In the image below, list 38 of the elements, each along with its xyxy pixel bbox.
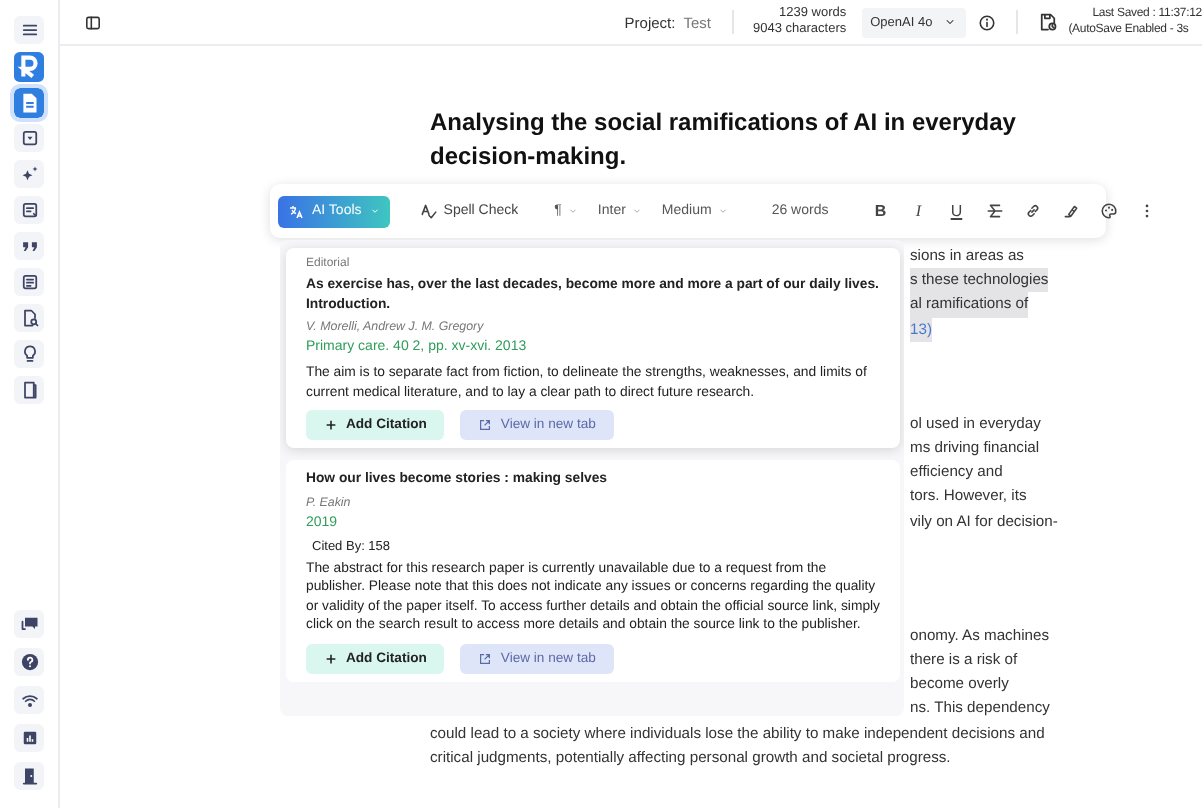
translate-icon: [288, 203, 304, 219]
chevron-down-icon: [369, 206, 380, 216]
chart-icon[interactable]: [19, 728, 39, 748]
palette-button[interactable]: [1099, 202, 1118, 220]
chevron-down-icon: [567, 206, 578, 216]
network-icon[interactable]: [19, 690, 39, 710]
external-link-icon: [478, 418, 493, 432]
document-icon[interactable]: [14, 87, 44, 117]
box-icon[interactable]: [19, 128, 39, 148]
highlight-button[interactable]: [1061, 202, 1080, 220]
file-search-icon[interactable]: [19, 308, 39, 328]
logo-icon[interactable]: [14, 51, 44, 81]
chevron-down-icon: [944, 16, 957, 28]
italic-button[interactable]: I: [904, 195, 933, 227]
plus-icon: [324, 418, 338, 432]
chat-icon[interactable]: [19, 614, 39, 634]
link-button[interactable]: [1023, 202, 1042, 220]
menu-icon[interactable]: [19, 20, 39, 40]
underline-button[interactable]: U: [942, 195, 971, 227]
book-icon[interactable]: [19, 380, 39, 400]
plus-icon: [324, 651, 338, 665]
door-icon[interactable]: [19, 766, 39, 786]
info-icon[interactable]: [978, 13, 997, 31]
help-icon[interactable]: [19, 652, 39, 672]
bold-button[interactable]: B: [866, 195, 895, 227]
lightbulb-icon[interactable]: [19, 344, 39, 364]
note-icon[interactable]: [19, 200, 39, 220]
list-icon[interactable]: [19, 272, 39, 292]
strikethrough-button[interactable]: [985, 202, 1004, 220]
sidebar-toggle-icon[interactable]: [84, 13, 102, 31]
chevron-down-icon: [717, 206, 728, 216]
document-title: Analysing the social ramifications of AI in everyday decision-making.: [430, 106, 1018, 174]
quote-icon[interactable]: [19, 236, 39, 256]
sparkle-icon[interactable]: [19, 164, 39, 184]
save-status-icon: [1038, 12, 1059, 32]
external-link-icon: [478, 651, 493, 665]
spell-check-icon: [419, 202, 438, 220]
chevron-down-icon: [631, 206, 642, 216]
